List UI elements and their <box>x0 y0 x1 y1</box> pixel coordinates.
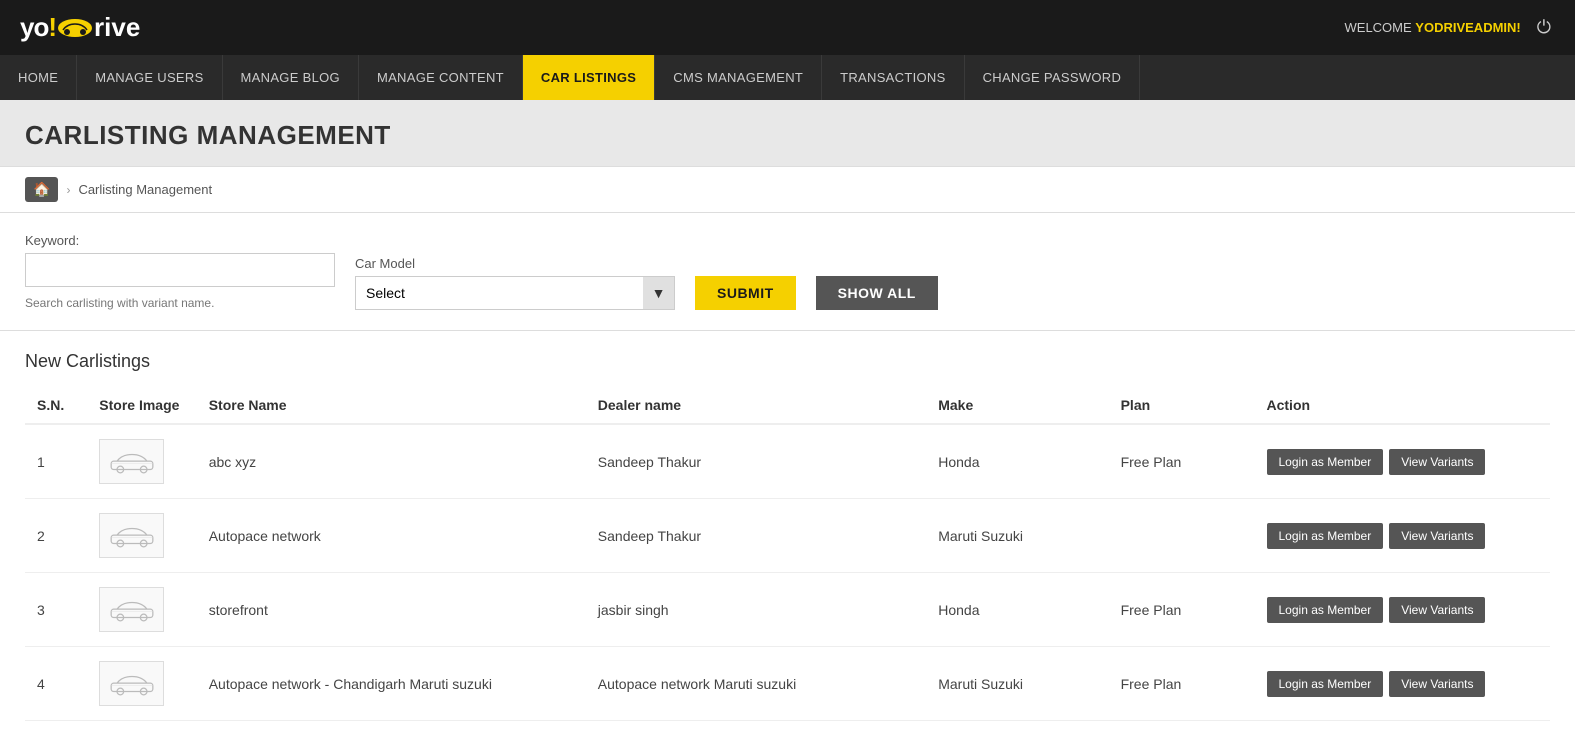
table-body: 1 abc xyz Sandeep Thakur Honda Free Plan… <box>25 424 1550 721</box>
cell-sn: 2 <box>25 499 87 573</box>
login-as-member-button[interactable]: Login as Member <box>1267 597 1384 623</box>
keyword-input[interactable] <box>25 253 335 287</box>
logo: yo! rive <box>20 12 140 43</box>
cell-make: Honda <box>926 573 1108 647</box>
breadcrumb-current: Carlisting Management <box>78 182 212 197</box>
page-title: CARLISTING MANAGEMENT <box>25 120 1550 151</box>
logo-text: yo! <box>20 12 56 43</box>
car-model-select-wrapper: Select ▼ <box>355 276 675 310</box>
view-variants-button[interactable]: View Variants <box>1389 597 1485 623</box>
car-image-placeholder <box>99 439 164 484</box>
col-header-plan: Plan <box>1109 387 1255 424</box>
car-model-field: Car Model Select ▼ <box>355 256 675 310</box>
cell-sn: 4 <box>25 647 87 721</box>
cell-sn: 1 <box>25 424 87 499</box>
cell-plan: Free Plan <box>1109 424 1255 499</box>
keyword-field: Keyword: Search carlisting with variant … <box>25 233 335 310</box>
login-as-member-button[interactable]: Login as Member <box>1267 449 1384 475</box>
top-bar: yo! rive WELCOME YODRIVEADMIN! ⏻ <box>0 0 1575 55</box>
section-title-main: Carlistings <box>61 351 150 371</box>
login-as-member-button[interactable]: Login as Member <box>1267 671 1384 697</box>
page-header: CARLISTING MANAGEMENT <box>0 100 1575 167</box>
cell-plan: Free Plan <box>1109 573 1255 647</box>
col-header-make: Make <box>926 387 1108 424</box>
keyword-label: Keyword: <box>25 233 335 248</box>
breadcrumb-separator: › <box>66 183 70 197</box>
view-variants-button[interactable]: View Variants <box>1389 671 1485 697</box>
show-all-button[interactable]: SHOW ALL <box>816 276 938 310</box>
welcome-area: WELCOME YODRIVEADMIN! ⏻ <box>1345 13 1556 42</box>
cell-store-name: Autopace network - Chandigarh Maruti suz… <box>197 647 586 721</box>
nav-item-manage-content[interactable]: MANAGE CONTENT <box>359 55 523 100</box>
col-header-store-name: Store Name <box>197 387 586 424</box>
table-header: S.N. Store Image Store Name Dealer name … <box>25 387 1550 424</box>
cell-sn: 3 <box>25 573 87 647</box>
cell-make: Maruti Suzuki <box>926 499 1108 573</box>
col-header-action: Action <box>1255 387 1551 424</box>
cell-action: Login as Member View Variants <box>1255 647 1551 721</box>
logo-drive-text: rive <box>94 12 140 43</box>
submit-button[interactable]: SUBMIT <box>695 276 796 310</box>
table-row: 2 Autopace network Sandeep Thakur Maruti… <box>25 499 1550 573</box>
cell-action: Login as Member View Variants <box>1255 424 1551 499</box>
nav-item-transactions[interactable]: TRANSACTIONS <box>822 55 964 100</box>
cell-make: Honda <box>926 424 1108 499</box>
search-hint: Search carlisting with variant name. <box>25 296 335 310</box>
car-model-select[interactable]: Select <box>355 276 675 310</box>
nav-item-car-listings[interactable]: CAR LISTINGS <box>523 55 655 100</box>
car-image-placeholder <box>99 513 164 558</box>
cell-dealer-name: Sandeep Thakur <box>586 499 926 573</box>
cell-plan: Free Plan <box>1109 647 1255 721</box>
cell-make: Maruti Suzuki <box>926 647 1108 721</box>
cell-action: Login as Member View Variants <box>1255 573 1551 647</box>
col-header-sn: S.N. <box>25 387 87 424</box>
logo-car-icon <box>57 17 93 39</box>
nav-item-home[interactable]: HOME <box>0 55 77 100</box>
cell-store-name: storefront <box>197 573 586 647</box>
col-header-store-image: Store Image <box>87 387 196 424</box>
login-as-member-button[interactable]: Login as Member <box>1267 523 1384 549</box>
welcome-text: WELCOME YODRIVEADMIN! <box>1345 20 1521 35</box>
cell-dealer-name: Autopace network Maruti suzuki <box>586 647 926 721</box>
view-variants-button[interactable]: View Variants <box>1389 449 1485 475</box>
cell-store-name: Autopace network <box>197 499 586 573</box>
car-model-label: Car Model <box>355 256 675 271</box>
admin-name: YODRIVEADMIN! <box>1415 20 1520 35</box>
nav-item-manage-users[interactable]: MANAGE USERS <box>77 55 222 100</box>
search-row: Keyword: Search carlisting with variant … <box>25 233 1550 310</box>
section-title: New Carlistings <box>25 331 1550 387</box>
table-row: 1 abc xyz Sandeep Thakur Honda Free Plan… <box>25 424 1550 499</box>
cell-store-image <box>87 424 196 499</box>
nav-item-change-password[interactable]: CHANGE PASSWORD <box>965 55 1141 100</box>
cell-store-image <box>87 499 196 573</box>
cell-dealer-name: Sandeep Thakur <box>586 424 926 499</box>
cell-dealer-name: jasbir singh <box>586 573 926 647</box>
section-title-new: New <box>25 351 61 371</box>
breadcrumb-home-icon[interactable]: 🏠 <box>25 177 58 202</box>
car-image-placeholder <box>99 587 164 632</box>
cell-store-name: abc xyz <box>197 424 586 499</box>
nav-item-cms-management[interactable]: CMS MANAGEMENT <box>655 55 822 100</box>
table-row: 4 Autopace network - Chandigarh Maruti s… <box>25 647 1550 721</box>
search-section: Keyword: Search carlisting with variant … <box>0 213 1575 331</box>
car-image-placeholder <box>99 661 164 706</box>
col-header-dealer-name: Dealer name <box>586 387 926 424</box>
power-button[interactable]: ⏻ <box>1533 13 1555 42</box>
view-variants-button[interactable]: View Variants <box>1389 523 1485 549</box>
table-section: New Carlistings S.N. Store Image Store N… <box>0 331 1575 746</box>
cell-plan <box>1109 499 1255 573</box>
carlistings-table: S.N. Store Image Store Name Dealer name … <box>25 387 1550 721</box>
breadcrumb: 🏠 › Carlisting Management <box>0 167 1575 213</box>
nav-item-manage-blog[interactable]: MANAGE BLOG <box>223 55 359 100</box>
cell-action: Login as Member View Variants <box>1255 499 1551 573</box>
cell-store-image <box>87 573 196 647</box>
table-row: 3 storefront jasbir singh Honda Free Pla… <box>25 573 1550 647</box>
main-nav: HOME MANAGE USERS MANAGE BLOG MANAGE CON… <box>0 55 1575 100</box>
cell-store-image <box>87 647 196 721</box>
